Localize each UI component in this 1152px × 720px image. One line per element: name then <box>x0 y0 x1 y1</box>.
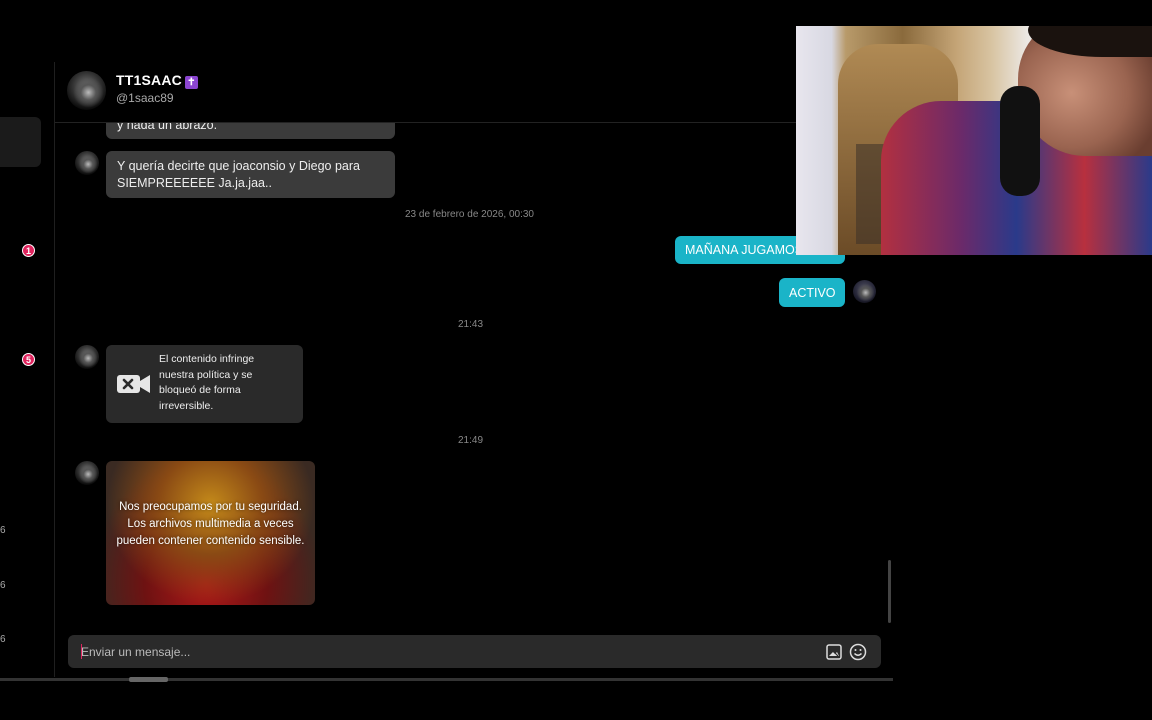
message-text: y nada un abrazo. <box>117 123 218 132</box>
verified-icon: ✝ <box>184 76 198 89</box>
message-bubble-outgoing: ACTIVO <box>779 278 845 307</box>
sidebar-count: 6 <box>0 525 6 536</box>
time-separator: 21:43 <box>458 319 484 330</box>
contact-name-text: TT1SAAC <box>116 72 182 88</box>
own-avatar[interactable] <box>853 280 876 303</box>
time-separator: 21:49 <box>458 435 484 446</box>
message-bubble-incoming: Y quería decirte que joaconsio y Diego p… <box>106 151 395 198</box>
message-composer <box>68 635 881 668</box>
messages-scrollbar[interactable] <box>888 560 891 623</box>
unread-badge: 1 <box>22 244 35 257</box>
message-input[interactable] <box>81 635 801 668</box>
contact-handle: @1saac89 <box>116 91 174 105</box>
sensitive-media-card[interactable]: Nos preocupamos por tu seguridad. Los ar… <box>106 461 315 605</box>
contact-avatar[interactable] <box>67 71 106 110</box>
message-text: ACTIVO <box>789 285 836 300</box>
sender-avatar[interactable] <box>75 151 99 175</box>
sender-avatar[interactable] <box>75 461 99 485</box>
image-icon[interactable] <box>826 644 842 660</box>
sender-avatar[interactable] <box>75 345 99 369</box>
webcam-overlay <box>796 26 1152 255</box>
message-bubble-partial: y nada un abrazo. <box>106 123 395 139</box>
message-text: MAÑANA JUGAMOS <box>685 243 804 257</box>
emoji-icon[interactable] <box>849 643 867 661</box>
text-caret <box>81 644 82 659</box>
webcam-headphones <box>1000 86 1040 196</box>
contact-name[interactable]: TT1SAAC ✝ <box>116 72 198 89</box>
sensitive-media-text: Nos preocupamos por tu seguridad. Los ar… <box>116 501 305 547</box>
blocked-media-text: El contenido infringe nuestra política y… <box>159 353 255 412</box>
video-blocked-icon <box>117 375 150 393</box>
horizontal-scrollbar-thumb[interactable] <box>129 677 168 682</box>
sidebar-count: 6 <box>0 580 6 591</box>
date-separator: 23 de febrero de 2026, 00:30 <box>405 209 534 220</box>
message-text: Y quería decirte que joaconsio y Diego p… <box>117 159 360 190</box>
sidebar-divider <box>54 62 55 677</box>
unread-badge: 5 <box>22 353 35 366</box>
sidebar-count: 6 <box>0 634 6 645</box>
sidebar-item-selected[interactable] <box>0 117 41 167</box>
